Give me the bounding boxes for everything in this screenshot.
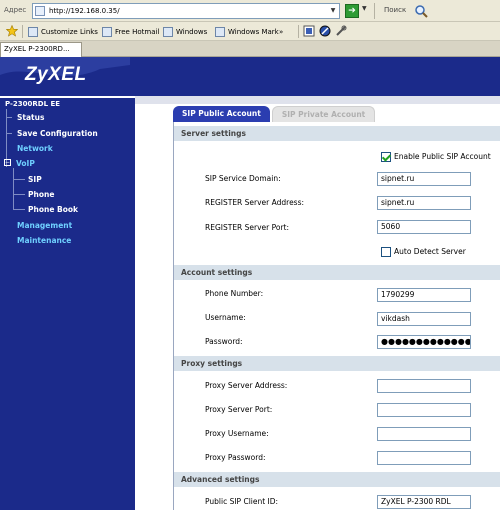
tab-sip-public-account[interactable]: SIP Public Account <box>173 106 270 122</box>
top-strip <box>135 96 500 104</box>
register-address-label: REGISTER Server Address: <box>205 198 305 207</box>
ie-page-icon <box>102 26 112 37</box>
sip-domain-input[interactable]: sipnet.ru <box>377 172 471 186</box>
link-windows[interactable]: Windows <box>163 22 207 41</box>
section-advanced-settings: Advanced settings <box>174 472 500 487</box>
zyxel-logo: ZyXEL <box>25 64 87 85</box>
proxy-port-input[interactable] <box>377 403 471 417</box>
sip-domain-label: SIP Service Domain: <box>205 174 281 183</box>
app-header: ZyXEL <box>0 57 500 96</box>
tree-line <box>13 168 14 210</box>
proxy-password-label: Proxy Password: <box>205 453 266 462</box>
register-address-input[interactable]: sipnet.ru <box>377 196 471 210</box>
url-text: http://192.168.0.35/ <box>49 7 120 15</box>
go-dropdown-icon[interactable]: ▼ <box>362 5 367 12</box>
ie-page-icon <box>215 26 225 37</box>
sidebar-item-save-configuration[interactable]: Save Configuration <box>17 129 98 138</box>
section-server-settings: Server settings <box>174 126 500 141</box>
url-input[interactable]: http://192.168.0.35/ ▼ <box>32 3 340 19</box>
link-label: Windows <box>176 27 208 36</box>
collapse-icon[interactable]: − <box>4 159 11 166</box>
search-icon[interactable] <box>414 4 428 18</box>
enable-public-sip-checkbox[interactable] <box>381 152 391 162</box>
section-account-settings: Account settings <box>174 265 500 280</box>
tab-sip-private-account[interactable]: SIP Private Account <box>271 106 376 122</box>
password-label: Password: <box>205 337 243 346</box>
sidebar-item-sip[interactable]: SIP <box>28 175 42 184</box>
link-free-hotmail[interactable]: Free Hotmail <box>102 22 159 41</box>
sidebar-item-phone[interactable]: Phone <box>28 190 54 199</box>
compass-icon[interactable] <box>319 25 331 37</box>
username-input[interactable]: vikdash <box>377 312 471 326</box>
client-id-input[interactable]: ZyXEL P-2300 RDL <box>377 495 471 509</box>
password-input[interactable]: ●●●●●●●●●●●●● <box>377 335 471 349</box>
chevron-icon[interactable]: » <box>279 22 283 41</box>
sidebar: P-2300RDL EE Status Save Configuration N… <box>0 96 135 510</box>
proxy-username-label: Proxy Username: <box>205 429 269 438</box>
register-port-label: REGISTER Server Port: <box>205 223 290 232</box>
device-model: P-2300RDL EE <box>5 100 61 108</box>
proxy-port-label: Proxy Server Port: <box>205 405 273 414</box>
phone-number-input[interactable]: 1790299 <box>377 288 471 302</box>
sidebar-item-network[interactable]: Network <box>17 144 53 153</box>
favorites-star-icon[interactable] <box>6 25 18 37</box>
address-bar: Адрес http://192.168.0.35/ ▼ ➔ ▼ Поиск <box>0 0 500 22</box>
proxy-password-input[interactable] <box>377 451 471 465</box>
arrow-right-icon: ➔ <box>348 6 356 16</box>
address-label: Адрес <box>4 6 27 14</box>
phone-number-label: Phone Number: <box>205 289 264 298</box>
divider <box>374 3 375 19</box>
username-label: Username: <box>205 313 246 322</box>
client-id-label: Public SIP Client ID: <box>205 497 279 506</box>
url-dropdown-icon[interactable]: ▼ <box>328 5 338 17</box>
browser-tab-bar: ZyXEL P-2300RD... <box>0 41 500 57</box>
ie-page-icon <box>163 26 173 37</box>
tree-line <box>13 209 25 210</box>
tree-line <box>6 133 12 134</box>
link-label: Windows Mark <box>228 27 279 36</box>
sidebar-item-voip[interactable]: VoIP <box>16 159 35 168</box>
ie-page-icon <box>28 26 38 37</box>
links-bar: Customize Links Free Hotmail Windows Win… <box>0 22 500 41</box>
tree-line <box>6 117 12 118</box>
auto-detect-label: Auto Detect Server <box>394 247 466 256</box>
link-windows-mark[interactable]: Windows Mark <box>215 22 279 41</box>
browser-tab[interactable]: ZyXEL P-2300RD... <box>0 42 82 57</box>
proxy-address-label: Proxy Server Address: <box>205 381 288 390</box>
tree-line <box>13 179 25 180</box>
auto-detect-checkbox[interactable] <box>381 247 391 257</box>
enable-public-sip-label: Enable Public SIP Account <box>394 152 491 161</box>
page-icon <box>35 6 45 16</box>
register-port-input[interactable]: 5060 <box>377 220 471 234</box>
tree-line <box>13 194 25 195</box>
tools-icon[interactable] <box>335 25 347 37</box>
link-customize-links[interactable]: Customize Links <box>28 22 98 41</box>
go-button[interactable]: ➔ <box>345 4 359 18</box>
sidebar-item-status[interactable]: Status <box>17 113 44 122</box>
tab-row: SIP Public Account SIP Private Account <box>173 106 376 122</box>
proxy-username-input[interactable] <box>377 427 471 441</box>
proxy-address-input[interactable] <box>377 379 471 393</box>
settings-panel: Server settings Enable Public SIP Accoun… <box>173 122 500 510</box>
toolbar-tool-icon[interactable] <box>303 25 315 37</box>
section-proxy-settings: Proxy settings <box>174 356 500 371</box>
link-label: Free Hotmail <box>115 27 160 36</box>
link-label: Customize Links <box>41 27 98 36</box>
divider <box>298 25 299 38</box>
sidebar-item-phone-book[interactable]: Phone Book <box>28 205 78 214</box>
divider <box>22 25 23 38</box>
search-label: Поиск <box>384 6 407 14</box>
main-content: SIP Public Account SIP Private Account S… <box>135 96 500 510</box>
sidebar-item-maintenance[interactable]: Maintenance <box>17 236 71 245</box>
sidebar-item-management[interactable]: Management <box>17 221 72 230</box>
